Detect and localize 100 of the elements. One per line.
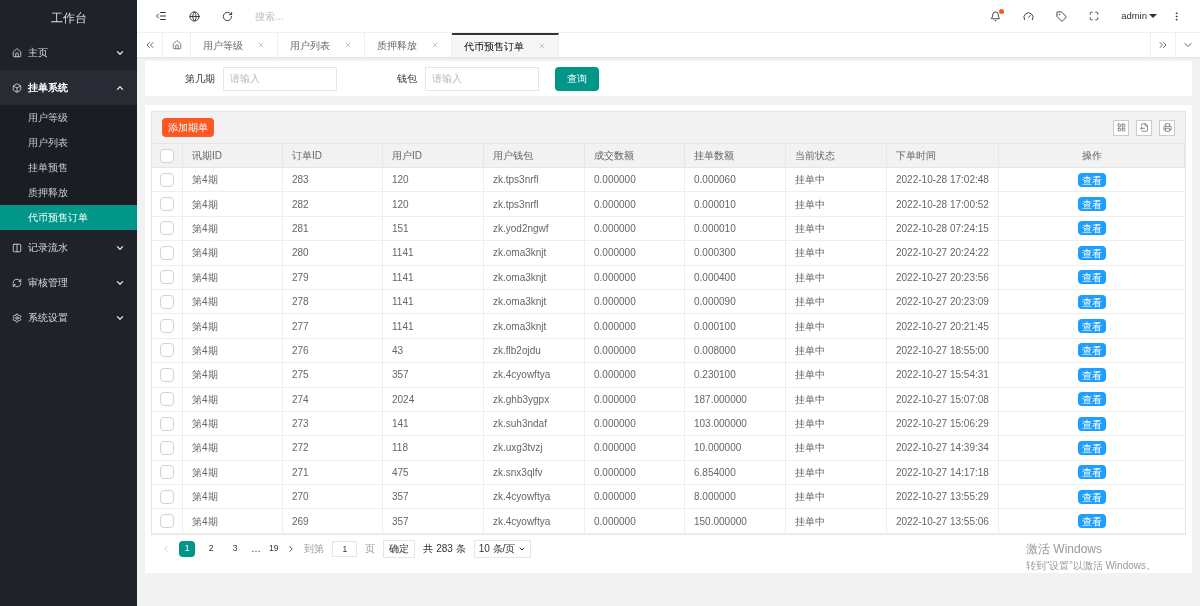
row-checkbox[interactable] <box>160 294 174 309</box>
sidebar-menu-item[interactable]: 记录流水 <box>0 230 137 265</box>
search-field[interactable]: 搜索... <box>255 8 405 24</box>
globe-icon[interactable] <box>189 10 200 22</box>
table-cell: 280 <box>283 241 383 265</box>
row-checkbox[interactable] <box>160 367 174 382</box>
table-cell: 271 <box>283 460 383 485</box>
table-cell: 0.000400 <box>685 265 786 289</box>
table-cell: 0.000060 <box>685 168 786 192</box>
table-cell: 2022-10-27 20:21:45 <box>887 314 999 338</box>
table-cell: 281 <box>283 216 383 241</box>
row-checkbox[interactable] <box>160 392 174 407</box>
total-count: 共 283 条 <box>423 542 466 557</box>
table-cell: 1141 <box>383 289 484 314</box>
row-checkbox[interactable] <box>160 172 174 187</box>
table-cell: 挂单中 <box>786 216 887 241</box>
table-cell: 2022-10-27 15:54:31 <box>887 363 999 387</box>
table-cell: 挂单中 <box>786 289 887 314</box>
table-cell: 0.000000 <box>585 387 685 411</box>
sidebar-menu-item[interactable]: 审核管理 <box>0 265 137 300</box>
table-cell: 0.000000 <box>585 216 685 241</box>
sidebar-menu-item[interactable]: 挂单系统 <box>0 70 137 105</box>
table-cell: 2022-10-27 18:55:00 <box>887 338 999 363</box>
page-button[interactable]: 2 <box>203 540 219 557</box>
row-checkbox[interactable] <box>160 197 174 212</box>
table-cell: 挂单中 <box>786 241 887 265</box>
column-header: 订单ID <box>283 144 383 167</box>
user-menu[interactable]: admin <box>1121 8 1157 24</box>
table-cell: 第4期 <box>183 192 283 216</box>
page-tab[interactable]: 代币预售订单 <box>452 33 559 57</box>
close-icon[interactable] <box>344 41 352 49</box>
activation-title: 激活 Windows <box>1026 541 1103 559</box>
table-cell: 0.000000 <box>585 338 685 363</box>
page-tab[interactable]: 用户列表 <box>278 33 365 57</box>
table-cell: 第4期 <box>183 387 283 411</box>
prev-page-icon[interactable] <box>161 543 171 554</box>
row-checkbox[interactable] <box>160 489 174 504</box>
column-header: 成交数额 <box>585 144 685 167</box>
print-button[interactable] <box>1159 119 1175 136</box>
menu-icon[interactable] <box>155 10 167 22</box>
row-checkbox[interactable] <box>160 514 174 529</box>
table-cell: zk.oma3knjt <box>484 289 585 314</box>
page-size-select[interactable]: 10 条/页 <box>473 539 532 558</box>
filter-input[interactable]: 请输入 <box>425 66 539 91</box>
table-cell: 279 <box>283 265 383 289</box>
row-checkbox[interactable] <box>160 465 174 480</box>
page-button[interactable]: 3 <box>227 540 243 557</box>
row-checkbox[interactable] <box>160 245 174 260</box>
row-checkbox[interactable] <box>160 221 174 236</box>
column-header: 用户ID <box>383 144 484 167</box>
export-button[interactable] <box>1136 119 1152 136</box>
table-cell: 2024 <box>383 387 484 411</box>
sidebar-menu-item[interactable]: 系统设置 <box>0 300 137 335</box>
table-cell: 8.000000 <box>685 485 786 509</box>
refresh-icon <box>12 277 22 288</box>
filter-input[interactable]: 请输入 <box>223 66 337 91</box>
table-cell: 2022-10-27 20:24:22 <box>887 241 999 265</box>
refresh-icon[interactable] <box>222 10 233 22</box>
row-checkbox[interactable] <box>160 148 174 163</box>
row-checkbox[interactable] <box>160 270 174 285</box>
table-cell: 273 <box>283 411 383 436</box>
fullscreen-icon[interactable] <box>1089 11 1100 21</box>
sidebar-submenu-item[interactable]: 挂单预售 <box>0 155 137 180</box>
sidebar-submenu-item[interactable]: 用户等级 <box>0 105 137 130</box>
tag-icon[interactable] <box>1056 10 1068 22</box>
close-icon[interactable] <box>257 41 265 49</box>
page-button[interactable]: 19 <box>269 542 279 556</box>
row-checkbox[interactable] <box>160 441 174 455</box>
bell-icon[interactable] <box>990 10 1002 22</box>
table-cell: 2022-10-27 15:06:29 <box>887 411 999 436</box>
table-cell: 282 <box>283 192 383 216</box>
sidebar-menu-item[interactable]: 主页 <box>0 35 137 70</box>
row-checkbox[interactable] <box>160 416 174 431</box>
close-icon[interactable] <box>431 41 439 49</box>
table-cell: 10.000000 <box>685 436 786 460</box>
table-cell: 283 <box>283 168 383 192</box>
row-checkbox[interactable] <box>160 343 174 358</box>
table-cell: 269 <box>283 509 383 533</box>
confirm-button[interactable]: 确定 <box>383 539 416 558</box>
table-cell: 2022-10-28 17:00:52 <box>887 192 999 216</box>
close-icon[interactable] <box>538 42 546 50</box>
sidebar-submenu-item[interactable]: 质押释放 <box>0 180 137 205</box>
page-tab[interactable]: 用户等级 <box>191 33 278 57</box>
sidebar-title: 工作台 <box>50 9 87 27</box>
table-cell: zk.yod2ngwf <box>484 216 585 241</box>
row-checkbox[interactable] <box>160 319 174 334</box>
table-cell: 第4期 <box>183 241 283 265</box>
table-cell: zk.snx3qlfv <box>484 460 585 485</box>
sidebar-submenu-item[interactable]: 代币预售订单 <box>0 205 137 230</box>
query-button[interactable]: 查询 <box>555 66 599 91</box>
columns-filter-button[interactable] <box>1113 119 1129 136</box>
table-cell: 0.000000 <box>585 314 685 338</box>
page-input[interactable]: 1 <box>332 540 358 557</box>
double-chevron-right-icon <box>1157 39 1169 51</box>
file-export-icon <box>1139 123 1149 132</box>
table-cell: 275 <box>283 363 383 387</box>
table-cell: 第4期 <box>183 411 283 436</box>
sidebar-submenu-item[interactable]: 用户列表 <box>0 130 137 155</box>
page-button[interactable]: 1 <box>179 540 195 557</box>
gauge-icon[interactable] <box>1023 10 1035 22</box>
